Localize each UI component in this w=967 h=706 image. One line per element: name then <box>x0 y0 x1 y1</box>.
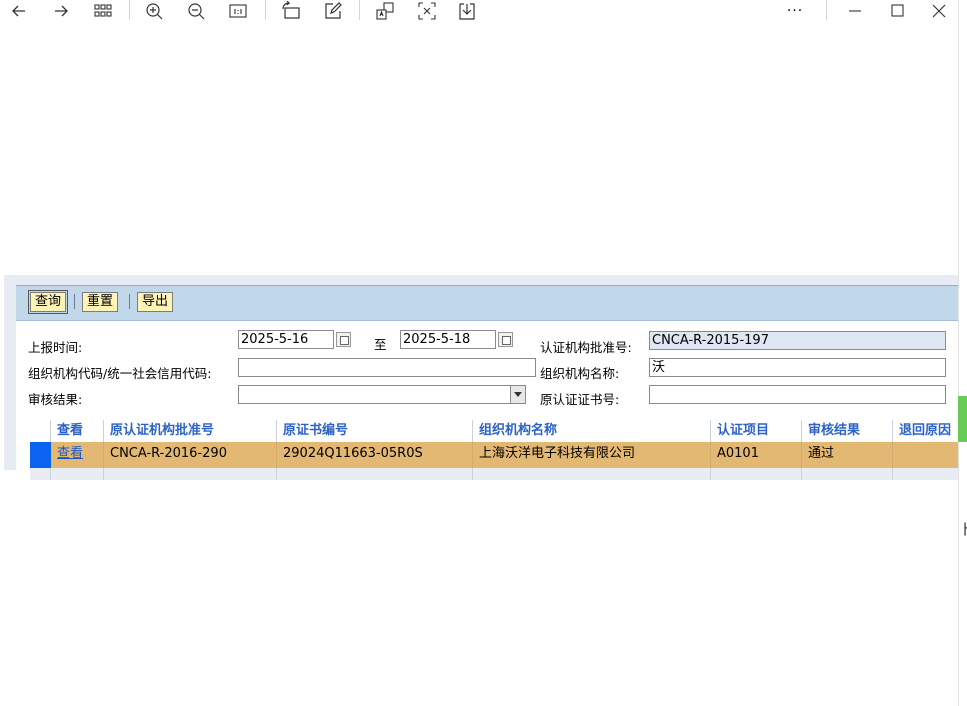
result-cell: 通过 <box>802 442 893 468</box>
orig-approval-cell: CNCA-R-2016-290 <box>104 442 277 468</box>
report-time-label: 上报时间: <box>28 340 83 355</box>
orig-cert-no-label: 原认证证书号: <box>540 392 620 407</box>
form-toolbar: 查询 重置 导出 <box>16 285 958 321</box>
org-code-field[interactable] <box>238 358 536 377</box>
back-arrow-icon[interactable] <box>8 0 30 22</box>
zoom-in-icon[interactable] <box>143 0 165 22</box>
column-header[interactable]: 原证书编号 <box>277 420 473 442</box>
audit-result-select[interactable] <box>238 385 526 404</box>
rotate-icon[interactable] <box>280 0 302 22</box>
audit-result-label: 审核结果: <box>28 392 83 407</box>
column-header[interactable]: 原认证机构批准号 <box>104 420 277 442</box>
toolbar-divider <box>129 0 130 20</box>
date-to-field[interactable]: 2025-5-18 <box>400 330 496 349</box>
empty-cell <box>711 468 802 480</box>
maximize-icon[interactable] <box>887 0 909 22</box>
export-button[interactable]: 导出 <box>137 292 174 312</box>
org-code-label: 组织机构代码/统一社会信用代码: <box>28 366 212 381</box>
chevron-down-icon[interactable] <box>510 386 525 403</box>
query-panel-body: 查询 重置 导出 上报时间: 2025-5-16 至 2025-5-18 认证机… <box>16 285 958 480</box>
toolbar-divider <box>826 0 827 20</box>
zoom-out-icon[interactable] <box>185 0 207 22</box>
orig-cert-cell: 29024Q11663-05R0S <box>277 442 473 468</box>
edit-icon[interactable] <box>322 0 344 22</box>
column-header[interactable]: 审核结果 <box>802 420 893 442</box>
org-name-field[interactable]: 沃 <box>649 358 946 377</box>
grid-icon[interactable] <box>92 0 114 22</box>
query-button[interactable]: 查询 <box>27 290 69 314</box>
minimize-icon[interactable] <box>844 0 866 22</box>
view-cell: 查看 <box>51 442 104 468</box>
table-row[interactable]: 查看 CNCA-R-2016-290 29024Q11663-05R0S 上海沃… <box>30 442 958 468</box>
empty-cell <box>104 468 277 480</box>
project-cell: A0101 <box>711 442 802 468</box>
translate-icon[interactable] <box>374 0 396 22</box>
forward-arrow-icon[interactable] <box>50 0 72 22</box>
empty-row <box>30 468 958 480</box>
empty-cell <box>277 468 473 480</box>
column-header[interactable]: 认证项目 <box>711 420 802 442</box>
org-name-label: 组织机构名称: <box>540 366 620 381</box>
save-icon[interactable] <box>456 0 478 22</box>
column-header[interactable]: 退回原因 <box>893 420 958 442</box>
toolbar-divider <box>359 0 360 20</box>
side-tab[interactable] <box>958 396 967 442</box>
query-panel: 查询 重置 导出 上报时间: 2025-5-16 至 2025-5-18 认证机… <box>4 275 958 480</box>
toolbar-divider <box>265 0 266 20</box>
crop-icon[interactable] <box>416 0 438 22</box>
toolbar-divider <box>74 294 75 309</box>
viewer-toolbar: ··· <box>0 0 967 24</box>
empty-cell <box>473 468 711 480</box>
close-icon[interactable] <box>928 0 950 22</box>
more-icon[interactable]: ··· <box>784 0 806 22</box>
reset-button[interactable]: 重置 <box>82 292 119 312</box>
empty-cell <box>51 468 104 480</box>
table-header: 查看 原认证机构批准号 原证书编号 组织机构名称 认证项目 审核结果 退回原因 <box>30 420 958 443</box>
empty-cell <box>802 468 893 480</box>
date-from-field[interactable]: 2025-5-16 <box>238 330 334 349</box>
row-selector[interactable] <box>30 442 51 468</box>
reason-cell <box>893 442 958 468</box>
empty-cell <box>30 468 51 480</box>
column-header[interactable]: 查看 <box>51 420 104 442</box>
toolbar-divider <box>129 294 130 309</box>
cert-approval-field[interactable]: CNCA-R-2015-197 <box>649 331 946 350</box>
orig-cert-no-field[interactable] <box>649 385 946 404</box>
calendar-icon[interactable] <box>336 332 351 347</box>
window-edge <box>958 0 959 706</box>
actual-size-icon[interactable] <box>227 0 249 22</box>
edge-glyph: ト <box>959 516 967 540</box>
to-label: 至 <box>374 337 387 352</box>
org-name-cell: 上海沃洋电子科技有限公司 <box>473 442 711 468</box>
cert-approval-label: 认证机构批准号: <box>540 340 632 355</box>
header-marker <box>30 420 51 442</box>
column-header[interactable]: 组织机构名称 <box>473 420 711 442</box>
view-link[interactable]: 查看 <box>57 446 83 461</box>
calendar-icon[interactable] <box>498 332 513 347</box>
